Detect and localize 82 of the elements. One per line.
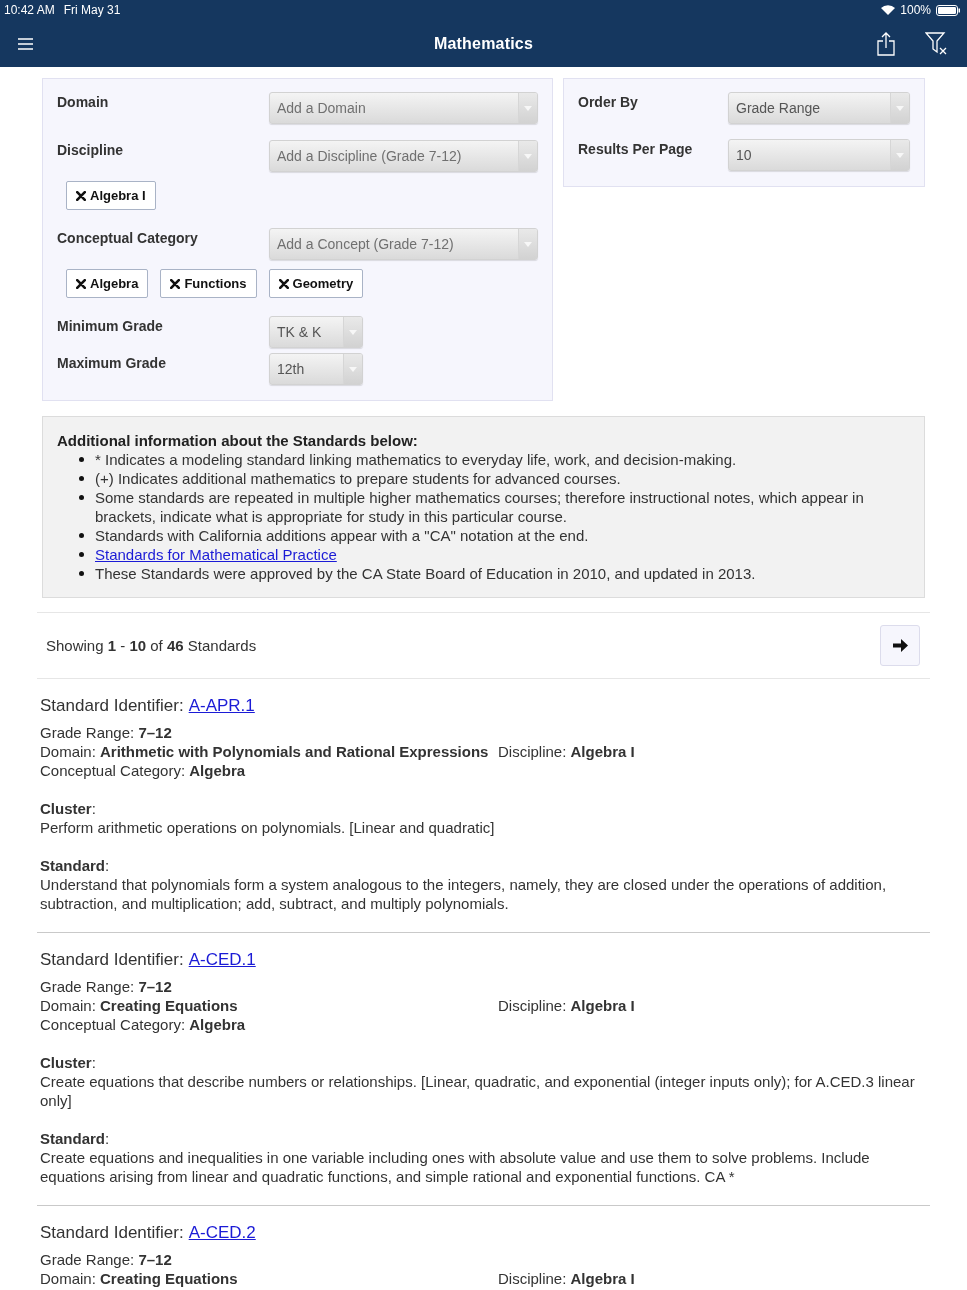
standard-identifier-label: Standard Identifier: — [40, 1223, 184, 1242]
clear-filter-button[interactable] — [925, 32, 948, 55]
info-bullet-text: * Indicates a modeling standard linking mathematics to everyday life, work, and decision-making. — [95, 450, 737, 469]
caret-icon — [524, 153, 532, 159]
bullet-icon — [79, 476, 84, 481]
funnel-x-icon — [925, 32, 948, 55]
dropdown-field[interactable]: Add a Domain — [269, 92, 538, 124]
conceptual-category-text: Conceptual Category: Algebra — [40, 761, 247, 780]
bullet-icon — [79, 571, 84, 576]
field-label: Results Per Page — [578, 140, 694, 159]
standard-label: Standard: — [40, 1129, 111, 1148]
dropdown-field[interactable]: 10 — [728, 139, 910, 171]
domain-text: Domain: Arithmetic with Polynomials and Rational Expressions — [40, 742, 490, 761]
discipline-text: Discipline: Algebra I — [498, 742, 636, 761]
field-label: Domain — [57, 93, 110, 112]
practice-link[interactable]: Standards for Mathematical Practice — [95, 545, 337, 564]
domain-text: Domain: Creating Equations — [40, 996, 239, 1015]
cluster-text: Perform arithmetic operations on polynomials. [Linear and quadratic] — [40, 818, 496, 837]
cluster-label: Cluster: — [40, 799, 97, 818]
standard-label: Standard: — [40, 856, 111, 875]
grade-range-text: Grade Range: 7–12 — [40, 723, 173, 742]
dropdown-field[interactable]: Grade Range — [728, 92, 910, 124]
close-icon — [76, 190, 86, 201]
bullet-icon — [79, 552, 84, 557]
field-label: Order By — [578, 93, 639, 112]
share-icon — [877, 31, 895, 56]
caret-icon — [349, 366, 357, 372]
cluster-label: Cluster: — [40, 1053, 97, 1072]
bullet-icon — [79, 533, 84, 538]
info-bullet-text: (+) Indicates additional mathematics to prepare students for advanced courses. — [95, 469, 621, 488]
arrow-right-icon — [892, 639, 908, 652]
standard-identifier-label: Standard Identifier: — [40, 950, 184, 969]
cluster-text: Create equations that describe numbers or relationships. [Linear, quadratic, and exponential (integer inputs only); for A.CED.3 linear only] — [40, 1072, 916, 1110]
info-bullet-text: These Standards were approved by the CA State Board of Education in 2010, and updated in 2013. — [95, 564, 756, 583]
field-label: Discipline — [57, 141, 125, 160]
share-button[interactable] — [877, 31, 895, 56]
caret-icon — [896, 105, 904, 111]
info-bullet-text: Standards with California additions appear with a "CA" notation at the end. — [95, 526, 589, 545]
discipline-text: Discipline: Algebra I — [498, 1269, 636, 1288]
menu-icon — [18, 37, 33, 50]
caret-icon — [524, 105, 532, 111]
discipline-text: Discipline: Algebra I — [498, 996, 636, 1015]
battery-percent: 100% — [900, 3, 931, 17]
remove-tag-button[interactable]: Algebra — [66, 269, 149, 298]
bullet-icon — [79, 457, 84, 462]
field-label: Minimum Grade — [57, 317, 164, 336]
close-icon — [170, 278, 181, 289]
standard-identifier-link[interactable]: A-CED.1 — [188, 950, 256, 969]
wifi-icon — [881, 5, 896, 15]
remove-tag-button[interactable]: Algebra I — [66, 181, 156, 210]
field-label: Maximum Grade — [57, 354, 167, 373]
dropdown-field[interactable]: 12th — [269, 353, 363, 385]
close-icon — [76, 278, 86, 289]
next-page-button[interactable] — [880, 625, 920, 666]
caret-icon — [524, 241, 532, 247]
results-summary: Showing 1 - 10 of 46 Standards — [46, 637, 257, 654]
grade-range-text: Grade Range: 7–12 — [40, 1250, 173, 1269]
standard-identifier-label: Standard Identifier: — [40, 696, 184, 715]
bullet-icon — [79, 495, 84, 500]
caret-icon — [349, 329, 357, 335]
status-time: 10:42 AM — [4, 3, 55, 17]
standard-text: Understand that polynomials form a system analogous to the integers, namely, they are closed under the operations of addition, subtraction, and multiplication; add, subtract, and multiply polynomials. — [40, 875, 888, 913]
conceptual-category-text: Conceptual Category: Algebra — [40, 1015, 247, 1034]
grade-range-text: Grade Range: 7–12 — [40, 977, 173, 996]
info-title: Additional information about the Standards below: — [57, 431, 419, 450]
dropdown-field[interactable]: TK & K — [269, 316, 363, 348]
menu-button[interactable] — [18, 37, 33, 50]
remove-tag-button[interactable]: Geometry — [268, 269, 364, 298]
status-date: Fri May 31 — [63, 3, 121, 17]
standard-identifier-link[interactable]: A-CED.2 — [188, 1223, 256, 1242]
remove-tag-button[interactable]: Functions — [160, 269, 257, 298]
info-bullet-text: Some standards are repeated in multiple higher mathematics courses; therefore instructional notes, which appear in brackets, indicate what is appropriate for study in this particular course. — [95, 488, 865, 526]
page-title: Mathematics — [433, 34, 534, 53]
field-label: Conceptual Category — [57, 229, 199, 248]
close-icon — [278, 278, 289, 289]
standard-text: Create equations and inequalities in one variable including ones with absolute value and use them to solve problems. Include equations arising from linear and quadratic functions, and simple rational and exponential functions. CA * — [40, 1148, 871, 1186]
domain-text: Domain: Creating Equations — [40, 1269, 239, 1288]
standard-identifier-link[interactable]: A-APR.1 — [188, 696, 255, 715]
caret-icon — [896, 152, 904, 158]
battery-icon — [936, 4, 960, 16]
dropdown-field[interactable]: Add a Discipline (Grade 7-12) — [269, 140, 538, 172]
dropdown-field[interactable]: Add a Concept (Grade 7-12) — [269, 228, 538, 260]
